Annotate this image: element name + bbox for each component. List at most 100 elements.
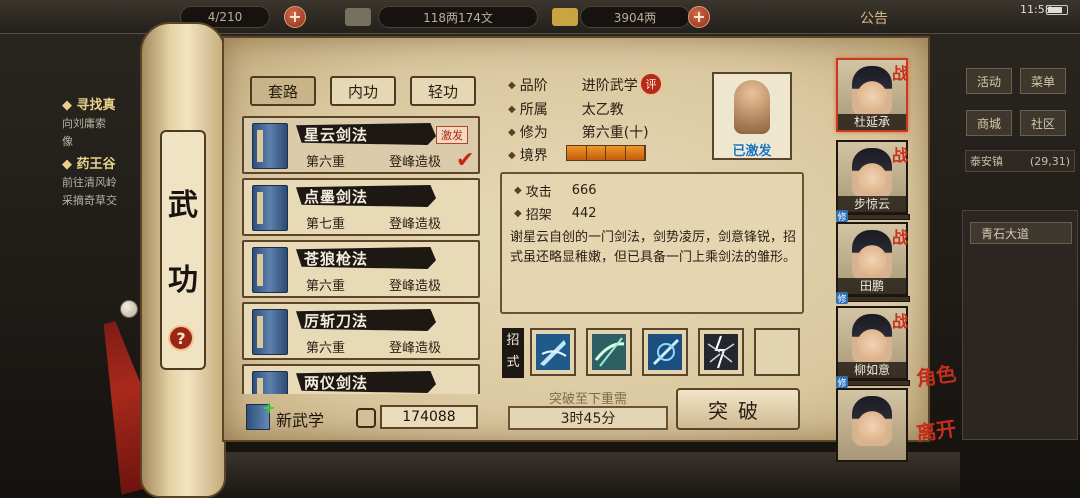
move-slot-1[interactable]: [530, 328, 576, 376]
skill-name: 苍狼枪法: [304, 250, 369, 268]
tassel-bead: [120, 300, 138, 318]
location-name: 泰安镇: [970, 155, 1003, 168]
move-slot-4[interactable]: [698, 328, 744, 376]
leave-button[interactable]: 离开: [914, 412, 958, 446]
roster-card[interactable]: 战步惊云修: [836, 140, 910, 223]
equipped-check-icon: ✔: [456, 148, 475, 173]
character-portrait: [852, 148, 892, 198]
tab-inner-skill[interactable]: 内功: [330, 76, 396, 106]
battery-icon: [1046, 5, 1068, 15]
sect-row: ◆ 所属 太乙教: [508, 99, 624, 119]
skill-name: 星云剑法: [304, 126, 369, 144]
skill-level: 第六重: [306, 341, 346, 356]
skill-name: 厉斩刀法: [304, 312, 369, 330]
skill-grade: 登峰造极: [389, 217, 442, 232]
quest-item-2[interactable]: ◆ 药王谷 前往清风岭 采摘奇草交: [0, 149, 150, 208]
parry-row: ◆ 招架 442: [514, 204, 597, 223]
mall-button[interactable]: 商城: [966, 110, 1012, 136]
quest-item-1[interactable]: ◆ 寻找真 向刘庸索 像: [0, 60, 150, 149]
skill-book-icon: [252, 185, 288, 231]
add-silver-button[interactable]: +: [688, 6, 710, 28]
roster-card[interactable]: 战杜延承: [836, 58, 908, 132]
skill-description: 谢星云自创的一门剑法，剑势凌厉，剑意锋锐，招式虽还略显稚嫩，但已具备一门上乘剑法…: [510, 230, 797, 265]
rating-badge[interactable]: 评: [640, 73, 662, 95]
skill-grade: 登峰造极: [389, 155, 442, 170]
cultivation-progress-bar: [838, 296, 910, 302]
diamond-icon: ◆: [508, 79, 516, 91]
realm-row: ◆ 境界: [508, 145, 574, 165]
gold-display: 118两174文: [378, 6, 538, 28]
moves-label: 招式: [506, 333, 520, 370]
cultivate-tag-icon: 修: [836, 210, 848, 223]
move-slot-2[interactable]: [586, 328, 632, 376]
skill-points-value: 174088: [380, 405, 478, 429]
tab-light-skill[interactable]: 轻功: [410, 76, 476, 106]
silver-text: 3904两: [613, 10, 657, 25]
diamond-icon: ◆: [508, 103, 516, 115]
character-portrait: [852, 314, 892, 364]
parry-label: 招架: [525, 208, 552, 223]
quest-title: 药王谷: [76, 157, 116, 172]
battle-status-icon: 战: [891, 146, 908, 165]
cultivation-progress-bar: [838, 214, 910, 220]
sect-value: 太乙教: [581, 102, 624, 118]
gold-text: 118两174文: [423, 10, 493, 25]
road-label[interactable]: 青石大道: [970, 222, 1072, 244]
battle-status-icon: 战: [891, 312, 908, 331]
battle-status-icon: 战: [891, 228, 908, 247]
tab-routine[interactable]: 套路: [250, 76, 316, 106]
level-label: 修为: [519, 125, 548, 141]
skill-item-lizhan[interactable]: 厉斩刀法 第六重 登峰造极: [242, 302, 480, 360]
meditating-figure-icon: [734, 80, 770, 134]
character-roster: 战杜延承战步惊云修战田鹏修战柳如意修: [836, 56, 914, 498]
activated-badge: 激发: [436, 126, 468, 144]
attack-value: 666: [571, 183, 597, 198]
character-name: 柳如意: [838, 362, 906, 378]
new-skill-button[interactable]: 新武学: [276, 407, 324, 431]
diamond-icon: ◆: [514, 208, 522, 219]
roster-card[interactable]: 战柳如意修: [836, 306, 910, 389]
minimap-panel[interactable]: [962, 210, 1078, 440]
skill-item-xingyun[interactable]: 星云剑法 激发 第六重 登峰造极 ✔: [242, 116, 480, 174]
add-stamina-button[interactable]: +: [284, 6, 306, 28]
notice-button[interactable]: 公告: [860, 8, 888, 28]
stamina-text: 4/210: [207, 10, 243, 24]
realm-segment: [625, 146, 645, 160]
skill-name: 点墨剑法: [304, 188, 369, 206]
activity-button[interactable]: 活动: [966, 68, 1012, 94]
menu-button[interactable]: 菜单: [1020, 68, 1066, 94]
diamond-icon: ◆: [508, 126, 516, 138]
move-slot-empty[interactable]: [754, 328, 800, 376]
skill-grade: 登峰造极: [389, 279, 442, 294]
sect-label: 所属: [519, 102, 548, 118]
breakthrough-time: 3时45分: [508, 406, 668, 430]
diamond-icon: ◆: [514, 185, 522, 196]
skill-book-icon: [252, 309, 288, 355]
skill-list[interactable]: 星云剑法 激发 第六重 登峰造极 ✔ 点墨剑法 第七重 登峰造极 苍狼枪法 第六…: [242, 112, 482, 394]
skill-level: 第七重: [306, 217, 346, 232]
roster-card[interactable]: 战田鹏修: [836, 222, 910, 305]
roster-card[interactable]: [836, 388, 908, 462]
move-slot-3[interactable]: [642, 328, 688, 376]
breakthrough-button[interactable]: 突破: [676, 388, 800, 430]
role-button[interactable]: 角色: [914, 357, 958, 391]
skill-item-canglang[interactable]: 苍狼枪法 第六重 登峰造极: [242, 240, 480, 298]
silver-display: 3904两: [580, 6, 690, 28]
skill-book-icon: [252, 247, 288, 293]
sword-strike-icon: [536, 334, 570, 370]
skill-book-icon: [252, 371, 288, 394]
silver-ingot-icon: [552, 8, 578, 26]
skill-level: 第六重: [306, 279, 346, 294]
grade-label: 品阶: [519, 78, 548, 94]
skill-item-liangyi[interactable]: 两仪剑法: [242, 364, 480, 394]
panel-title-char: 功: [168, 263, 198, 298]
community-button[interactable]: 社区: [1020, 110, 1066, 136]
quest-panel: ◆ 寻找真 向刘庸索 像 ◆ 药王谷 前往清风岭 采摘奇草交: [0, 60, 150, 230]
realm-segment: [567, 146, 587, 160]
skill-item-dianmo[interactable]: 点墨剑法 第七重 登峰造极: [242, 178, 480, 236]
attack-row: ◆ 攻击 666: [514, 181, 597, 200]
cultivate-tag-icon: 修: [836, 376, 848, 389]
quest-line: 向刘庸索: [62, 117, 106, 130]
battle-status-icon: 战: [891, 64, 908, 83]
help-icon[interactable]: ?: [168, 325, 194, 351]
